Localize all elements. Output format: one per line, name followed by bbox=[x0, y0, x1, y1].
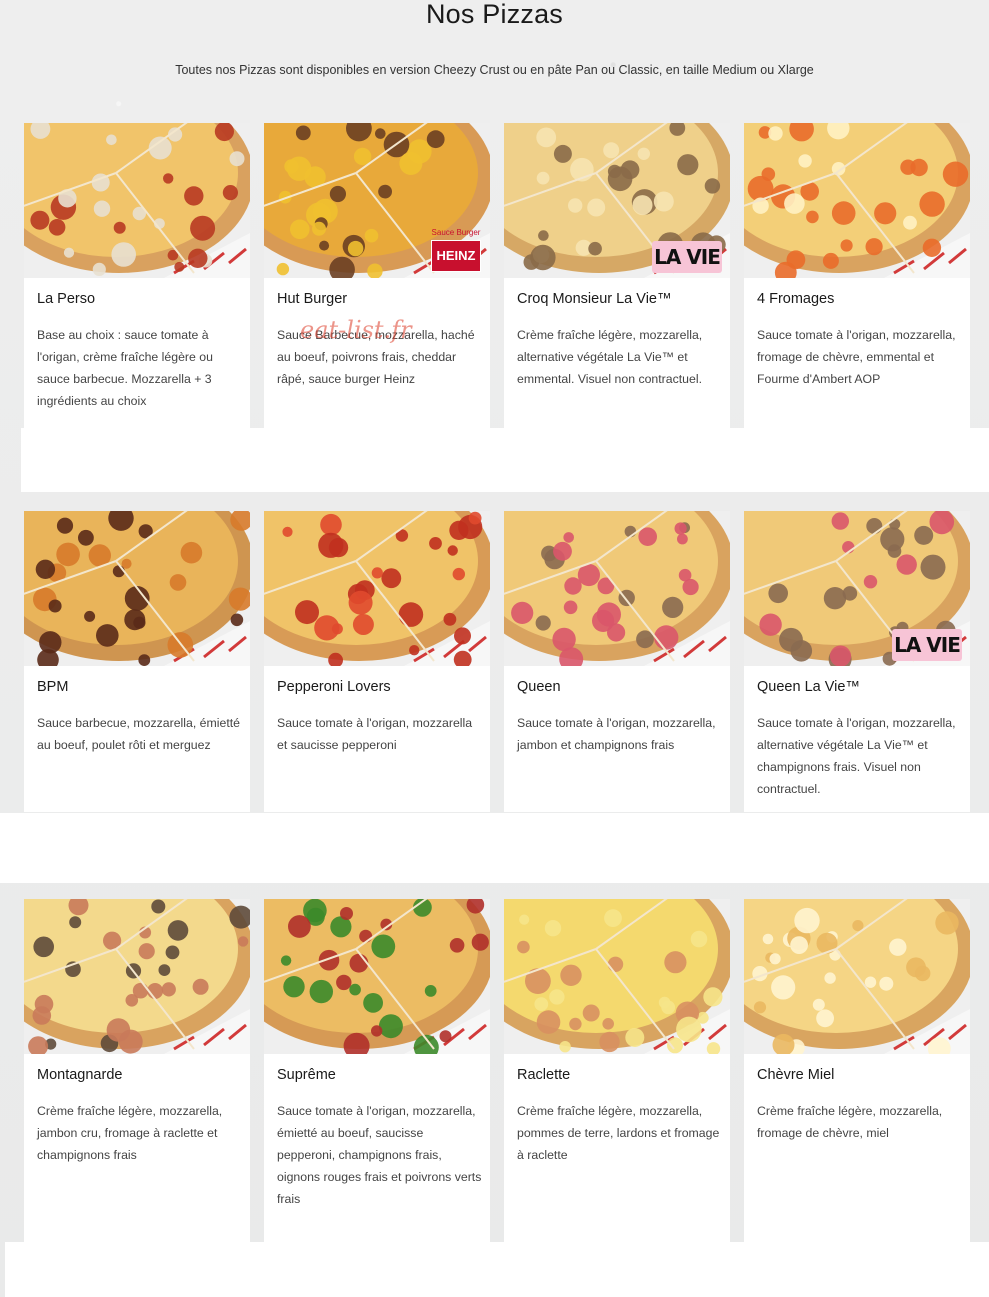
pizza-name: Queen bbox=[517, 679, 561, 695]
pizza-image[interactable] bbox=[744, 123, 970, 278]
pizza-card[interactable]: Raclette Crème fraîche légère, mozzarella… bbox=[504, 899, 730, 1242]
pizza-image[interactable] bbox=[504, 899, 730, 1054]
row-divider-1 bbox=[21, 428, 989, 492]
page-title: Nos Pizzas bbox=[425, 0, 564, 29]
pizza-description: Crème fraîche légère, mozzarella, fromag… bbox=[757, 1104, 943, 1140]
pizza-name: Croq Monsieur La Vie™ bbox=[517, 291, 672, 307]
pizza-image[interactable] bbox=[744, 899, 970, 1054]
footer-band bbox=[5, 1242, 989, 1297]
pizza-image[interactable] bbox=[24, 511, 250, 666]
page-subtitle: Toutes nos Pizzas sont disponibles en ve… bbox=[175, 63, 814, 77]
pizza-description: Sauce tomate à l'origan, mozzarella, jam… bbox=[517, 716, 716, 752]
pizza-card[interactable]: Queen Sauce tomate à l'origan, mozzarella… bbox=[504, 511, 730, 812]
watermark-text: eat-list.fr bbox=[300, 316, 412, 344]
pizza-name: Pepperoni Lovers bbox=[277, 679, 391, 695]
pizza-image[interactable] bbox=[24, 899, 250, 1054]
pizza-card[interactable]: Queen La Vie™ Sauce tomate à l'origan, mo… bbox=[744, 511, 970, 812]
pizza-name: BPM bbox=[37, 679, 69, 695]
pizza-card[interactable]: BPM Sauce barbecue, mozzarella, émietté a… bbox=[24, 511, 250, 812]
lavie-logo-badge: LA VIE bbox=[892, 629, 962, 661]
pizza-card[interactable]: Pepperoni Lovers Sauce tomate à l'origan,… bbox=[264, 511, 490, 812]
lavie-logo-badge: LA VIE bbox=[652, 241, 722, 273]
pizza-image[interactable] bbox=[24, 123, 250, 278]
pizza-name: Montagnarde bbox=[37, 1067, 123, 1083]
pizza-description: Crème fraîche légère, mozzarella, altern… bbox=[517, 328, 703, 386]
pizza-name: Suprême bbox=[277, 1067, 336, 1083]
pizza-card[interactable]: Suprême Sauce tomate à l'origan, mozzarel… bbox=[264, 899, 490, 1242]
pizza-description: Sauce tomate à l'origan, mozzarella, fro… bbox=[757, 328, 956, 386]
pizza-name: Raclette bbox=[517, 1067, 571, 1083]
row-divider-2 bbox=[0, 813, 989, 883]
heinz-logo-badge: Sauce Burger HEINZ bbox=[428, 228, 484, 272]
pizza-description: Crème fraîche légère, mozzarella, jambon… bbox=[37, 1104, 223, 1162]
pizza-name: Hut Burger bbox=[277, 291, 348, 307]
pizza-image[interactable] bbox=[504, 511, 730, 666]
pizza-image[interactable] bbox=[264, 899, 490, 1054]
pizza-description: Sauce barbecue, mozzarella, émietté au b… bbox=[37, 716, 241, 752]
pizza-card[interactable]: Montagnarde Crème fraîche légère, mozzare… bbox=[24, 899, 250, 1242]
pizza-card[interactable]: La Perso Base au choix : sauce tomate à l… bbox=[24, 123, 250, 428]
pizza-name: Queen La Vie™ bbox=[757, 679, 860, 695]
pizza-image[interactable] bbox=[264, 511, 490, 666]
pizza-description: Sauce tomate à l'origan, mozzarella, alt… bbox=[757, 716, 956, 796]
pizza-description: Sauce tomate à l'origan, mozzarella et s… bbox=[277, 716, 473, 752]
pizza-card[interactable]: Chèvre Miel Crème fraîche légère, mozzare… bbox=[744, 899, 970, 1242]
pizza-name: La Perso bbox=[37, 291, 96, 307]
pizza-card[interactable]: 4 Fromages Sauce tomate à l'origan, mozza… bbox=[744, 123, 970, 428]
heinz-logo: HEINZ bbox=[431, 240, 481, 272]
pizza-description: Sauce tomate à l'origan, mozzarella, émi… bbox=[277, 1104, 482, 1206]
pizza-name: Chèvre Miel bbox=[757, 1067, 835, 1083]
heinz-caption: Sauce Burger bbox=[431, 228, 481, 237]
pizza-description: Base au choix : sauce tomate à l'origan,… bbox=[37, 328, 213, 408]
pizza-card[interactable]: Hut Burger Sauce Barbecue, mozzarella, ha… bbox=[264, 123, 490, 428]
pizza-card[interactable]: Croq Monsieur La Vie™ Crème fraîche légèr… bbox=[504, 123, 730, 428]
pizza-name: 4 Fromages bbox=[757, 291, 835, 307]
pizza-description: Crème fraîche légère, mozzarella, pommes… bbox=[517, 1104, 720, 1162]
